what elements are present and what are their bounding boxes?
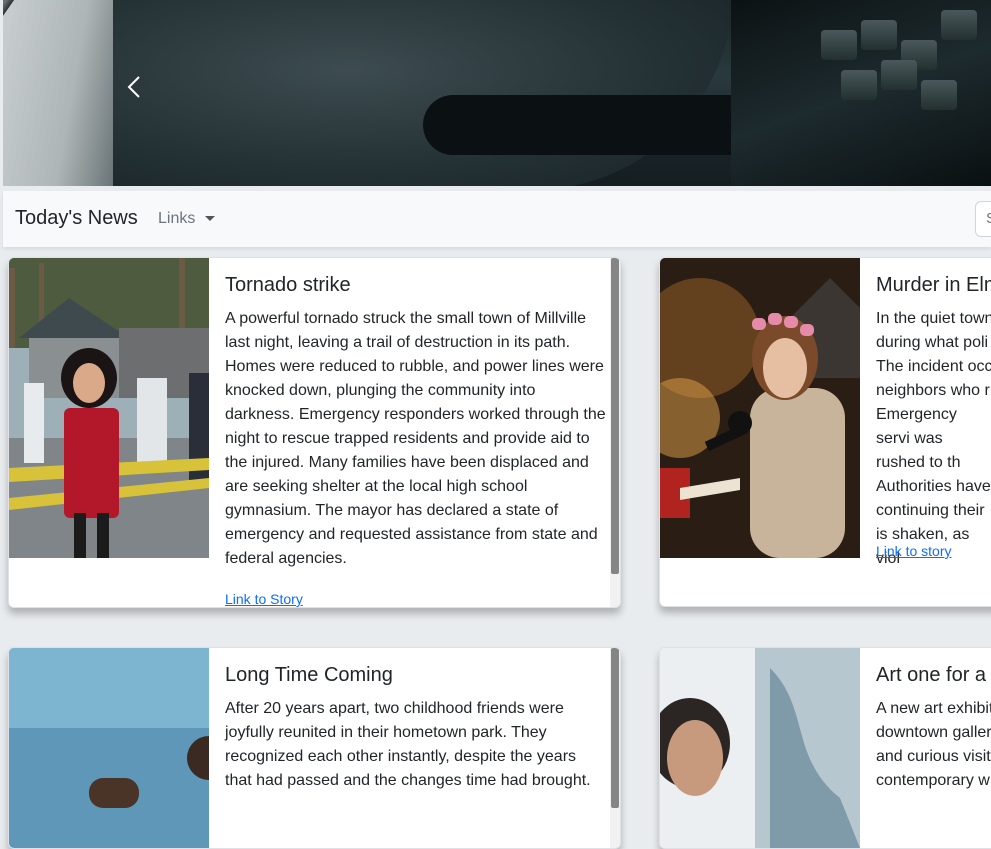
hero-image-keys	[731, 0, 991, 186]
hero-carousel	[3, 0, 991, 186]
news-card: Murder in Elm In the quiet town during w…	[659, 257, 991, 607]
hero-image-typewriter-cover	[93, 0, 733, 186]
news-card: Long Time Coming After 20 years apart, t…	[8, 647, 621, 849]
chevron-left-icon	[127, 76, 140, 98]
card-text: In the quiet town during what poli The i…	[876, 310, 991, 567]
card-title: Murder in Elm	[876, 274, 991, 296]
card-title: Art one for a	[876, 664, 987, 686]
card-image-tornado	[9, 258, 209, 558]
scrollbar-thumb[interactable]	[611, 258, 619, 574]
card-image-murder	[660, 258, 860, 558]
link-to-story[interactable]: Link to story	[876, 543, 951, 559]
links-dropdown[interactable]: Links	[158, 210, 216, 228]
news-card: Art one for a A new art exhibit downtown…	[659, 647, 991, 849]
card-title: Long Time Coming	[225, 664, 393, 686]
card-text: A new art exhibit downtown galler and cu…	[876, 700, 991, 789]
news-card: Tornado strike A powerful tornado struck…	[8, 257, 621, 608]
card-title: Tornado strike	[225, 274, 351, 296]
links-dropdown-label: Links	[158, 210, 196, 227]
card-body: Tornado strike A powerful tornado struck…	[225, 258, 606, 607]
search-input[interactable]: Search	[975, 201, 991, 237]
card-image-friends	[9, 648, 231, 848]
caret-down-icon	[205, 216, 216, 222]
link-to-story[interactable]: Link to Story	[225, 591, 303, 607]
card-scrollbar[interactable]	[610, 648, 620, 848]
card-text: After 20 years apart, two childhood frie…	[225, 700, 591, 789]
card-body: Murder in Elm In the quiet town during w…	[876, 258, 991, 606]
card-image-art	[660, 648, 860, 848]
hero-image-paper	[3, 0, 113, 186]
card-scrollbar[interactable]	[610, 258, 620, 607]
navbar-brand[interactable]: Today's News	[15, 207, 138, 230]
carousel-prev-button[interactable]	[121, 72, 151, 102]
navbar: Today's News Links Search	[3, 191, 991, 247]
scrollbar-thumb[interactable]	[611, 648, 619, 808]
card-body: Art one for a A new art exhibit downtown…	[876, 648, 991, 848]
card-body: Long Time Coming After 20 years apart, t…	[225, 648, 606, 848]
card-text: A powerful tornado struck the small town…	[225, 310, 606, 567]
